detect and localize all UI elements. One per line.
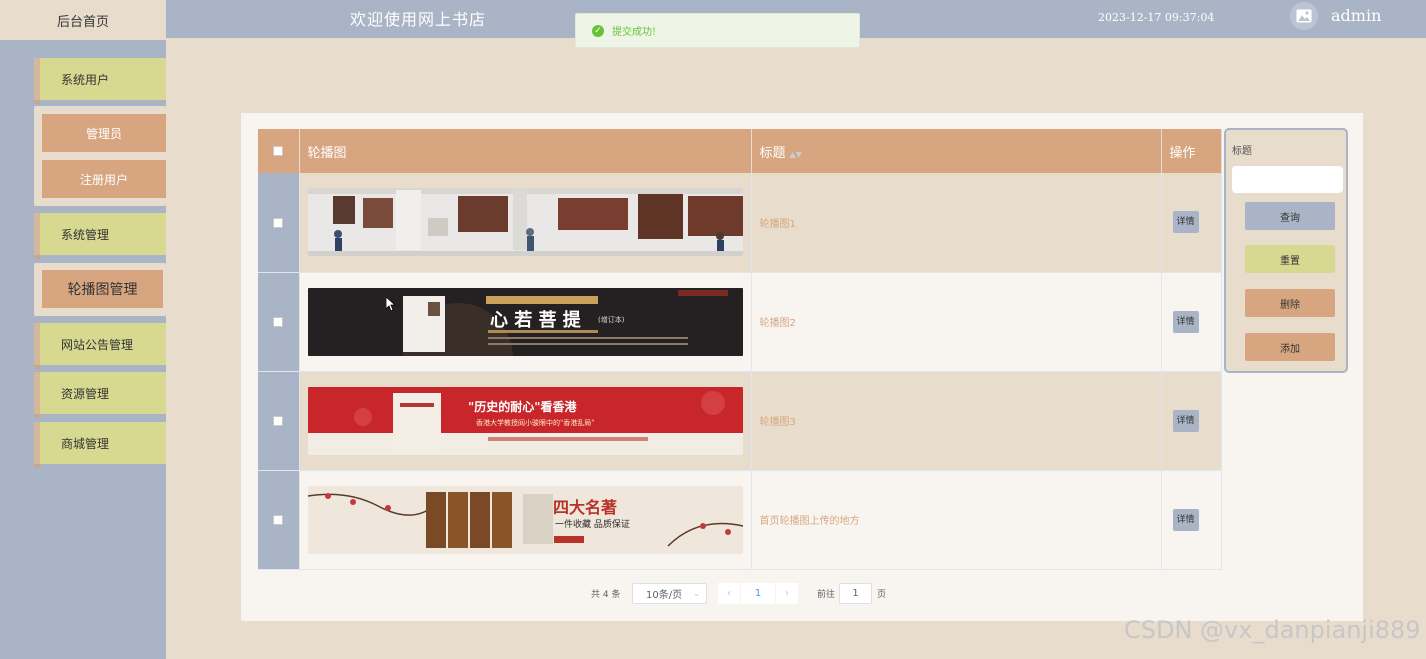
banner-image-hong-kong[interactable]: "历史的耐心"看香港 香港大学教授阎小骏眼中的"香港乱局" (307, 386, 743, 455)
table-row: "历史的耐心"看香港 香港大学教授阎小骏眼中的"香港乱局" 轮播图3 详情 (258, 371, 1222, 471)
banner-subheading: 一件收藏 品质保证 (555, 518, 630, 530)
goto-suffix: 页 (877, 590, 887, 600)
banner-cell: "历史的耐心"看香港 香港大学教授阎小骏眼中的"香港乱局" (299, 371, 752, 471)
row-checkbox[interactable] (273, 515, 284, 525)
goto-page-input[interactable]: 1 (839, 583, 872, 604)
sidebar-item-label: 商城管理 (61, 436, 110, 451)
banner-heading: 四大名著 (553, 498, 617, 517)
username[interactable]: admin (1331, 6, 1381, 25)
sidebar-item-label: 资源管理 (61, 386, 110, 401)
row-checkbox[interactable] (273, 416, 284, 426)
table-row: 轮播图1 详情 (258, 173, 1222, 273)
prev-page-button[interactable]: ‹ (718, 583, 740, 604)
detail-button[interactable]: 详情 (1172, 409, 1199, 432)
goto-prefix: 前往 (817, 590, 836, 600)
title-cell: 首页轮播图上传的地方 (751, 470, 1162, 570)
sidebar-item-resources[interactable]: 资源管理 (34, 372, 166, 418)
banner-image-bookstore[interactable] (307, 188, 743, 257)
sidebar-item-shop[interactable]: 商城管理 (34, 422, 166, 468)
select-all-cell (258, 129, 300, 173)
sidebar-item-label: 注册用户 (79, 172, 128, 187)
row-select-cell (258, 470, 300, 570)
sidebar-item-admin[interactable]: 管理员 (42, 114, 166, 152)
title-cell: 轮播图3 (751, 371, 1162, 471)
sidebar-item-label: 网站公告管理 (61, 337, 134, 352)
chevron-down-icon: ⌄ (693, 589, 700, 598)
toast-message: 提交成功! (612, 27, 657, 38)
pagination-total: 共 4 条 (591, 590, 621, 600)
banner-heading: "历史的耐心"看香港 (468, 399, 578, 414)
row-select-cell (258, 272, 300, 372)
sidebar-item-label: 轮播图管理 (67, 282, 138, 298)
sidebar-item-announcements[interactable]: 网站公告管理 (34, 323, 166, 369)
next-page-button[interactable]: › (776, 583, 798, 604)
chevron-left-icon: ‹ (727, 588, 731, 599)
row-checkbox[interactable] (273, 317, 284, 327)
sidebar-item-label: 管理员 (85, 126, 122, 141)
sidebar-item-system-users[interactable]: 系统用户 (34, 58, 166, 104)
banner-heading: 心 若 菩 提 (490, 309, 582, 331)
sidebar-item-system-management[interactable]: 系统管理 (34, 213, 166, 259)
sidebar-item-registered-users[interactable]: 注册用户 (42, 160, 166, 198)
row-select-cell (258, 371, 300, 471)
banner-subheading: (增订本) (598, 315, 625, 324)
page-number-1[interactable]: 1 (741, 583, 775, 604)
table-row: 心 若 菩 提 (增订本) 轮播图2 详情 (258, 272, 1222, 372)
row-select-cell (258, 173, 300, 273)
title-filter-input[interactable] (1232, 166, 1343, 193)
banner-cell: 心 若 菩 提 (增订本) (299, 272, 752, 372)
banner-image-four-classics[interactable]: 四大名著 一件收藏 品质保证 (307, 485, 743, 554)
banner-image-book-heart[interactable]: 心 若 菩 提 (增订本) (307, 287, 743, 356)
actions-cell: 详情 (1161, 272, 1222, 372)
success-toast: ✓ 提交成功! (575, 13, 860, 48)
column-header-title[interactable]: 标题 ▲▼ (751, 129, 1162, 173)
select-all-checkbox[interactable] (273, 146, 284, 156)
submenu-carousel: 轮播图管理 (34, 263, 166, 316)
reset-button[interactable]: 重置 (1245, 245, 1335, 273)
banner-cell: 四大名著 一件收藏 品质保证 (299, 470, 752, 570)
home-tab[interactable]: 后台首页 (0, 0, 166, 40)
submenu-system-users: 管理员 注册用户 (34, 106, 166, 206)
actions-cell: 详情 (1161, 173, 1222, 273)
actions-cell: 详情 (1161, 371, 1222, 471)
detail-button[interactable]: 详情 (1172, 508, 1199, 531)
title-cell: 轮播图2 (751, 272, 1162, 372)
mouse-cursor-icon (386, 297, 396, 312)
page-size-value: 10条/页 (646, 590, 683, 601)
query-button[interactable]: 查询 (1245, 202, 1335, 230)
banner-subheading: 香港大学教授阎小骏眼中的"香港乱局" (476, 418, 594, 427)
sort-icon[interactable]: ▲▼ (790, 150, 802, 159)
title-cell: 轮播图1 (751, 173, 1162, 273)
sidebar-item-label: 系统管理 (61, 227, 110, 242)
check-circle-icon: ✓ (592, 24, 604, 37)
sidebar-item-carousel-management[interactable]: 轮播图管理 (42, 270, 163, 308)
image-icon (1296, 9, 1312, 23)
table-header-row: 轮播图 标题 ▲▼ 操作 (258, 129, 1222, 173)
datetime: 2023-12-17 09:37:04 (1098, 11, 1215, 24)
column-header-title-label: 标题 (759, 145, 786, 161)
carousel-table: 轮播图 标题 ▲▼ 操作 轮播图1 详情 心 若 菩 提 (增订本) 轮播图2 … (258, 129, 1222, 570)
title-filter-label: 标题 (1232, 146, 1252, 157)
search-panel: 标题 查询 重置 删除 添加 (1224, 128, 1348, 373)
chevron-right-icon: › (785, 588, 789, 599)
add-button[interactable]: 添加 (1245, 333, 1335, 361)
watermark: CSDN @vx_danpianji889 (1124, 616, 1421, 644)
column-header-actions: 操作 (1161, 129, 1222, 173)
actions-cell: 详情 (1161, 470, 1222, 570)
banner-cell (299, 173, 752, 273)
sidebar: 系统用户 管理员 注册用户 系统管理 轮播图管理 网站公告管理 资源管理 商城管… (0, 40, 166, 659)
row-checkbox[interactable] (273, 217, 284, 228)
avatar[interactable] (1290, 2, 1318, 30)
delete-button[interactable]: 删除 (1245, 289, 1335, 317)
detail-button[interactable]: 详情 (1172, 310, 1199, 333)
table-row: 四大名著 一件收藏 品质保证 首页轮播图上传的地方 详情 (258, 470, 1222, 570)
column-header-image: 轮播图 (299, 129, 752, 173)
detail-button[interactable]: 详情 (1172, 211, 1199, 234)
site-title: 欢迎使用网上书店 (350, 10, 487, 29)
page-size-select[interactable]: 10条/页 ⌄ (632, 583, 707, 604)
sidebar-item-label: 系统用户 (61, 72, 110, 87)
